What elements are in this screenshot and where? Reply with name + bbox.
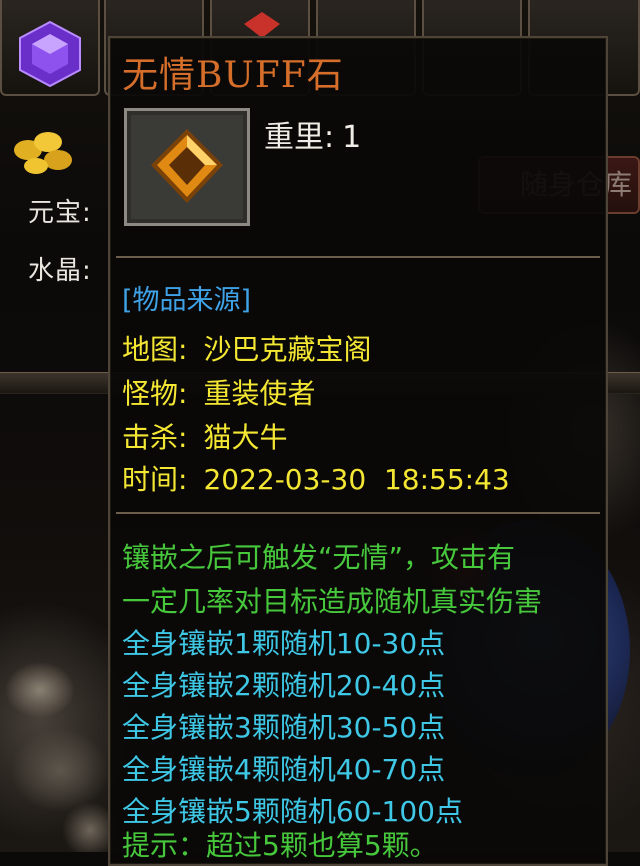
separator-1	[116, 256, 600, 258]
bonus-line: 全身镶嵌3颗随机30-50点	[122, 711, 446, 744]
bonus-line: 全身镶嵌4颗随机40-70点	[122, 753, 446, 786]
source-monster: 怪物: 重装使者	[122, 372, 315, 412]
tip-line: 提示：超过5颗也算5颗。	[122, 829, 438, 862]
source-key: 时间:	[122, 463, 188, 496]
slot-gem[interactable]	[0, 0, 100, 96]
bonus-line: 全身镶嵌1颗随机10-30点	[122, 627, 446, 660]
item-icon-frame	[124, 108, 250, 226]
weight-value: 1	[342, 120, 362, 155]
source-key: 怪物:	[122, 377, 188, 410]
item-weight: 重里: 1	[264, 112, 361, 156]
item-tooltip: 无情BUFF石 重里: 1 [物品来源] 地图: 沙巴克藏宝阁 怪物: 重装使者 击杀…	[108, 36, 608, 866]
yuanbao-label: 元宝:	[28, 198, 92, 228]
source-value: 沙巴克藏宝阁	[203, 333, 372, 366]
item-title: 无情BUFF石	[122, 55, 344, 96]
source-key: 击杀:	[122, 421, 188, 454]
source-value: 重装使者	[203, 377, 316, 410]
weight-label: 重里:	[264, 120, 335, 155]
bonus-line: 全身镶嵌2颗随机20-40点	[122, 669, 446, 702]
source-key: 地图:	[122, 333, 188, 366]
source-value: 猫大牛	[203, 421, 288, 454]
crystal-label: 水晶:	[28, 256, 92, 286]
buff-stone-icon	[131, 115, 243, 219]
separator-2	[116, 512, 600, 514]
source-killer: 击杀: 猫大牛	[122, 416, 287, 456]
source-time: 时间: 2022-03-30 18:55:43	[122, 458, 510, 498]
description-line: 镶嵌之后可触发“无情”，攻击有	[122, 541, 516, 574]
purple-gem-icon	[19, 20, 81, 88]
description-line: 一定几率对目标造成随机真实伤害	[122, 585, 543, 618]
gold-coins-icon	[14, 132, 72, 174]
source-heading: [物品来源]	[122, 285, 252, 316]
source-value: 2022-03-30 18:55:43	[203, 463, 510, 496]
source-map: 地图: 沙巴克藏宝阁	[122, 328, 371, 368]
